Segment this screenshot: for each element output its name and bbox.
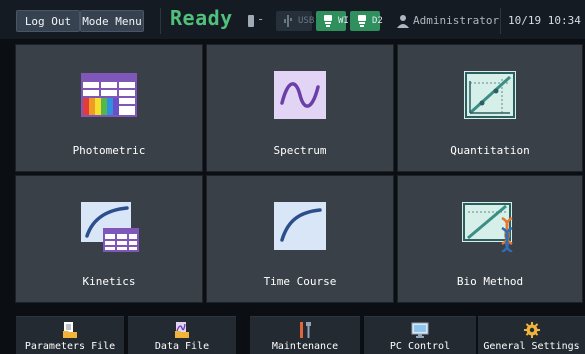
- spectrum-wave-icon: [274, 71, 326, 119]
- tile-photometric[interactable]: Photometric: [15, 44, 203, 172]
- general-settings-label: General Settings: [483, 341, 580, 352]
- mode-menu-button[interactable]: Mode Menu: [80, 10, 144, 32]
- user-icon: [397, 15, 409, 28]
- tile-bio-method-label: Bio Method: [456, 275, 524, 288]
- usb-status-chip: USB: [276, 11, 315, 31]
- status-bar: Log Out Mode Menu Ready - USB WI D2 Admi…: [0, 0, 585, 40]
- general-settings-button[interactable]: General Settings: [478, 316, 585, 354]
- tile-quantitation-label: Quantitation: [450, 144, 530, 157]
- tile-photometric-label: Photometric: [72, 144, 146, 157]
- time-course-curve-icon: [274, 202, 326, 250]
- mode-grid: Photometric Spectrum Quantitation Kineti…: [15, 44, 585, 303]
- d2-chip-label: D2: [372, 16, 383, 26]
- photometric-table-icon: [81, 73, 137, 117]
- tile-spectrum-label: Spectrum: [273, 144, 327, 157]
- status-indicator-icon: [248, 15, 254, 27]
- d2-lamp-chip: D2: [350, 11, 383, 31]
- chart-folder-icon: [175, 322, 189, 338]
- usb-chip-label: USB: [298, 16, 315, 26]
- instrument-status-text: Ready: [170, 6, 233, 30]
- status-indicator-dash: -: [257, 12, 265, 26]
- logout-button[interactable]: Log Out: [16, 10, 80, 32]
- tile-kinetics-label: Kinetics: [82, 275, 136, 288]
- user-name: Administrator: [413, 14, 500, 27]
- tools-icon: [300, 322, 311, 338]
- quantitation-graph-icon: [464, 71, 516, 119]
- parameters-file-button[interactable]: Parameters File: [16, 316, 124, 354]
- divider: [160, 8, 161, 34]
- usb-icon: [284, 15, 292, 27]
- tile-time-course[interactable]: Time Course: [206, 175, 394, 303]
- tile-kinetics[interactable]: Kinetics: [15, 175, 203, 303]
- divider: [500, 8, 501, 34]
- tile-time-course-label: Time Course: [263, 275, 337, 288]
- data-file-label: Data File: [154, 341, 210, 352]
- maintenance-button[interactable]: Maintenance: [250, 316, 360, 354]
- datetime-display: 10/19 10:34: [508, 14, 581, 27]
- document-folder-icon: [63, 322, 77, 338]
- monitor-icon: [411, 322, 429, 338]
- pc-control-label: PC Control: [389, 341, 451, 352]
- wi-lamp-chip: WI: [316, 11, 349, 31]
- tile-quantitation[interactable]: Quantitation: [397, 44, 583, 172]
- tile-spectrum[interactable]: Spectrum: [206, 44, 394, 172]
- lamp-icon: [358, 15, 366, 27]
- maintenance-label: Maintenance: [271, 341, 339, 352]
- parameters-file-label: Parameters File: [24, 341, 116, 352]
- bio-method-dna-icon: [462, 202, 513, 252]
- lamp-icon: [324, 15, 332, 27]
- bottom-nav: Parameters File Data File Maintenance PC…: [0, 313, 585, 354]
- wi-chip-label: WI: [338, 16, 349, 26]
- gear-icon: [523, 322, 540, 338]
- tile-bio-method[interactable]: Bio Method: [397, 175, 583, 303]
- pc-control-button[interactable]: PC Control: [364, 316, 476, 354]
- kinetics-curve-icon: [81, 202, 139, 252]
- data-file-button[interactable]: Data File: [128, 316, 236, 354]
